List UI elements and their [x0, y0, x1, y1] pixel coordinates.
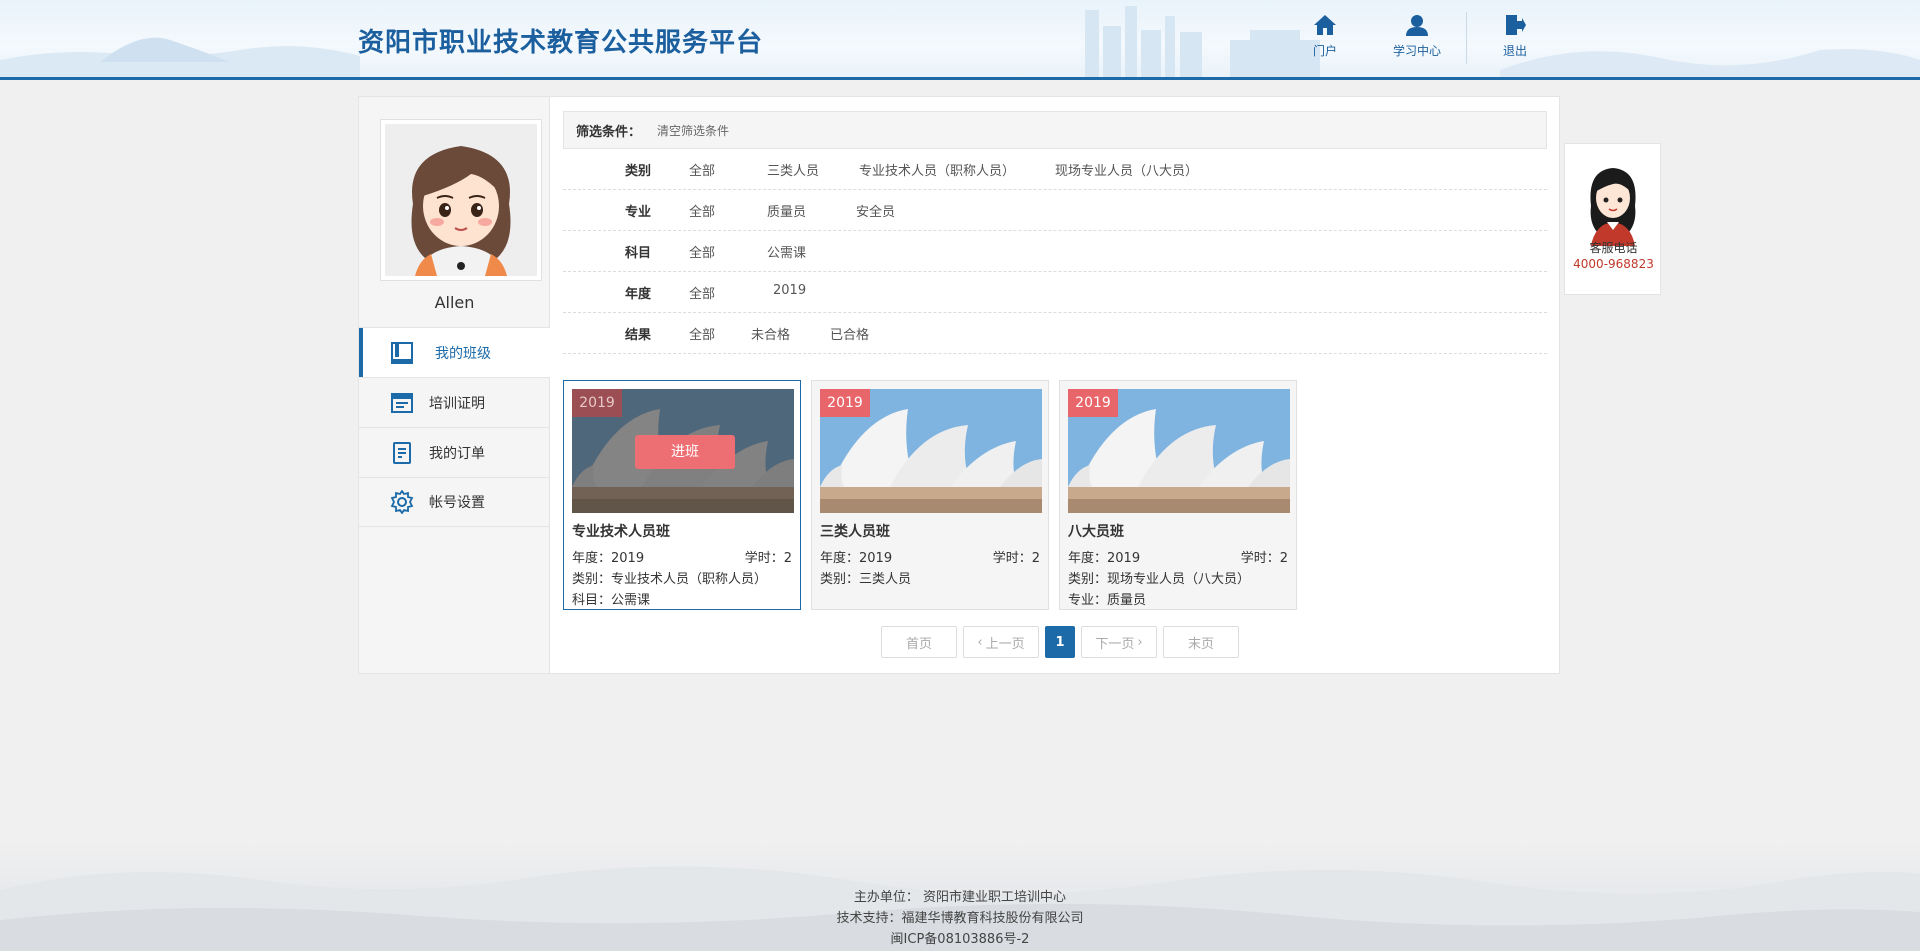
- prev-page-label: 上一页: [985, 636, 1025, 652]
- filter-option[interactable]: 2019: [773, 283, 806, 302]
- class-card-year: 年度：2019: [820, 551, 893, 566]
- sidebar-item-label: 帐号设置: [429, 495, 485, 511]
- user-icon: [1406, 15, 1428, 36]
- sidebar-item-certificate[interactable]: 培训证明: [359, 377, 550, 427]
- nav-logout-label: 退出: [1502, 44, 1527, 58]
- filter-header: 筛选条件： 清空筛选条件: [563, 111, 1547, 149]
- site-header: 资阳市职业技术教育公共服务平台 门户 学习中心 退出: [0, 0, 1920, 80]
- footer-icp[interactable]: 闽ICP备08103886号-2: [0, 928, 1920, 947]
- filter-option[interactable]: 已合格: [830, 324, 869, 343]
- certificate-icon: [389, 390, 415, 416]
- customer-service-phone: 4000-968823: [1573, 257, 1654, 271]
- filter-option[interactable]: 全部: [689, 283, 715, 302]
- site-title[interactable]: 资阳市职业技术教育公共服务平台: [358, 22, 763, 59]
- nav-portal[interactable]: 门户: [1290, 14, 1360, 66]
- year-badge: 2019: [1068, 389, 1118, 417]
- class-card-year: 年度：2019: [1068, 551, 1141, 566]
- filter-row-label: 结果: [624, 327, 651, 343]
- class-card[interactable]: 2019 三类人员班 年度：2019 学时：2 类别：三类人员: [811, 380, 1049, 610]
- logout-icon: [1506, 15, 1526, 35]
- filter-row-label: 专业: [624, 204, 651, 220]
- last-page-button[interactable]: 末页: [1163, 626, 1239, 658]
- enter-class-button[interactable]: 进班: [635, 435, 735, 469]
- filter-row-result: 结果 全部 未合格 已合格: [563, 313, 1547, 354]
- nav-divider: [1466, 12, 1467, 64]
- pagination: 首页 ‹ 上一页 1 下一页 › 末页: [881, 626, 1245, 658]
- class-card-category: 类别：专业技术人员（职称人员）: [572, 572, 768, 587]
- chevron-right-icon: ›: [1137, 634, 1143, 650]
- main-panel: Allen 我的班级 培训证明 我的订单 帐号设置 筛选条件： 清空筛选条件 类…: [358, 96, 1560, 674]
- filter-option[interactable]: 质量员: [767, 201, 806, 220]
- customer-service-label: 客服电话: [1589, 241, 1638, 255]
- sidebar: Allen 我的班级 培训证明 我的订单 帐号设置: [359, 97, 550, 673]
- class-card-hours: 学时：2: [992, 551, 1040, 566]
- filter-row-subject: 科目 全部 公需课: [563, 231, 1547, 272]
- filter-row-category: 类别 全部 三类人员 专业技术人员（职称人员） 现场专业人员（八大员）: [563, 149, 1547, 190]
- nav-learning-center-label: 学习中心: [1392, 44, 1441, 58]
- first-page-button[interactable]: 首页: [881, 626, 957, 658]
- nav-learning-center[interactable]: 学习中心: [1382, 14, 1452, 66]
- class-card-title: 八大员班: [1068, 524, 1124, 540]
- filter-option[interactable]: 三类人员: [767, 160, 819, 179]
- class-card-list: 2019 进班 专业技术人员班 年度：2019 学时：2 类别：专业技术人员（职…: [563, 380, 1307, 610]
- class-card-title: 专业技术人员班: [572, 524, 670, 540]
- filter-option[interactable]: 专业技术人员（职称人员）: [859, 160, 1015, 179]
- filter-option[interactable]: 全部: [689, 242, 715, 261]
- filter-row-year: 年度 全部 2019: [563, 272, 1547, 313]
- class-card-category: 类别：三类人员: [820, 572, 912, 587]
- filter-row-label: 科目: [624, 245, 651, 261]
- footer-host: 主办单位： 资阳市建业职工培训中心: [853, 890, 1067, 905]
- avatar-image: [385, 124, 537, 276]
- book-icon: [389, 340, 415, 366]
- class-card-category: 类别：现场专业人员（八大员）: [1068, 572, 1251, 587]
- nav-logout[interactable]: 退出: [1480, 14, 1550, 66]
- prev-page-button[interactable]: ‹ 上一页: [963, 626, 1039, 658]
- filter-option[interactable]: 全部: [689, 160, 715, 179]
- filter-option[interactable]: 公需课: [767, 242, 806, 261]
- sidebar-item-my-class[interactable]: 我的班级: [359, 327, 550, 378]
- page-number-button[interactable]: 1: [1045, 626, 1075, 658]
- class-card[interactable]: 2019 八大员班 年度：2019 学时：2 类别：现场专业人员（八大员） 专业…: [1059, 380, 1297, 610]
- next-page-button[interactable]: 下一页 ›: [1081, 626, 1157, 658]
- class-card-hours: 学时：2: [1240, 551, 1288, 566]
- sidebar-item-label: 我的班级: [435, 345, 491, 362]
- header-skyline-decoration: [0, 6, 1920, 77]
- filter-option[interactable]: 全部: [689, 324, 715, 343]
- filter-option[interactable]: 现场专业人员（八大员）: [1055, 160, 1198, 179]
- customer-service-widget[interactable]: 客服电话 4000-968823: [1564, 143, 1661, 295]
- filter-option[interactable]: 未合格: [751, 324, 790, 343]
- gear-icon: [389, 489, 415, 515]
- class-card-hours: 学时：2: [744, 551, 792, 566]
- customer-service-avatar-icon: [1590, 168, 1636, 246]
- next-page-label: 下一页: [1095, 636, 1135, 652]
- content-area: 筛选条件： 清空筛选条件 类别 全部 三类人员 专业技术人员（职称人员） 现场专…: [563, 111, 1547, 658]
- footer-tech-support: 技术支持：福建华博教育科技股份有限公司: [836, 911, 1084, 926]
- sidebar-item-label: 我的订单: [429, 445, 485, 462]
- sidebar-item-orders[interactable]: 我的订单: [359, 427, 550, 477]
- sidebar-menu: 我的班级 培训证明 我的订单 帐号设置: [359, 327, 550, 527]
- class-card[interactable]: 2019 进班 专业技术人员班 年度：2019 学时：2 类别：专业技术人员（职…: [563, 380, 801, 610]
- class-card-title: 三类人员班: [820, 524, 890, 540]
- filter-option[interactable]: 安全员: [856, 201, 895, 220]
- avatar[interactable]: [380, 119, 542, 281]
- sidebar-item-label: 培训证明: [429, 395, 485, 412]
- class-card-major: 专业：质量员: [1068, 593, 1147, 608]
- filter-row-label: 类别: [624, 163, 651, 179]
- nav-portal-label: 门户: [1312, 44, 1337, 58]
- home-icon: [1314, 15, 1336, 35]
- class-card-subject: 科目：公需课: [572, 593, 651, 608]
- order-icon: [389, 440, 415, 466]
- filter-row-label: 年度: [624, 286, 651, 302]
- clear-filter-link[interactable]: 清空筛选条件: [657, 122, 729, 139]
- filter-row-major: 专业 全部 质量员 安全员: [563, 190, 1547, 231]
- chevron-left-icon: ‹: [977, 634, 983, 650]
- sidebar-item-account-settings[interactable]: 帐号设置: [359, 477, 550, 527]
- year-badge: 2019: [820, 389, 870, 417]
- year-badge: 2019: [572, 389, 622, 417]
- site-footer: 主办单位： 资阳市建业职工培训中心 技术支持：福建华博教育科技股份有限公司 闽I…: [0, 840, 1920, 951]
- class-card-year: 年度：2019: [572, 551, 645, 566]
- filter-option[interactable]: 全部: [689, 201, 715, 220]
- filter-title: 筛选条件：: [576, 124, 642, 140]
- username: Allen: [434, 293, 475, 312]
